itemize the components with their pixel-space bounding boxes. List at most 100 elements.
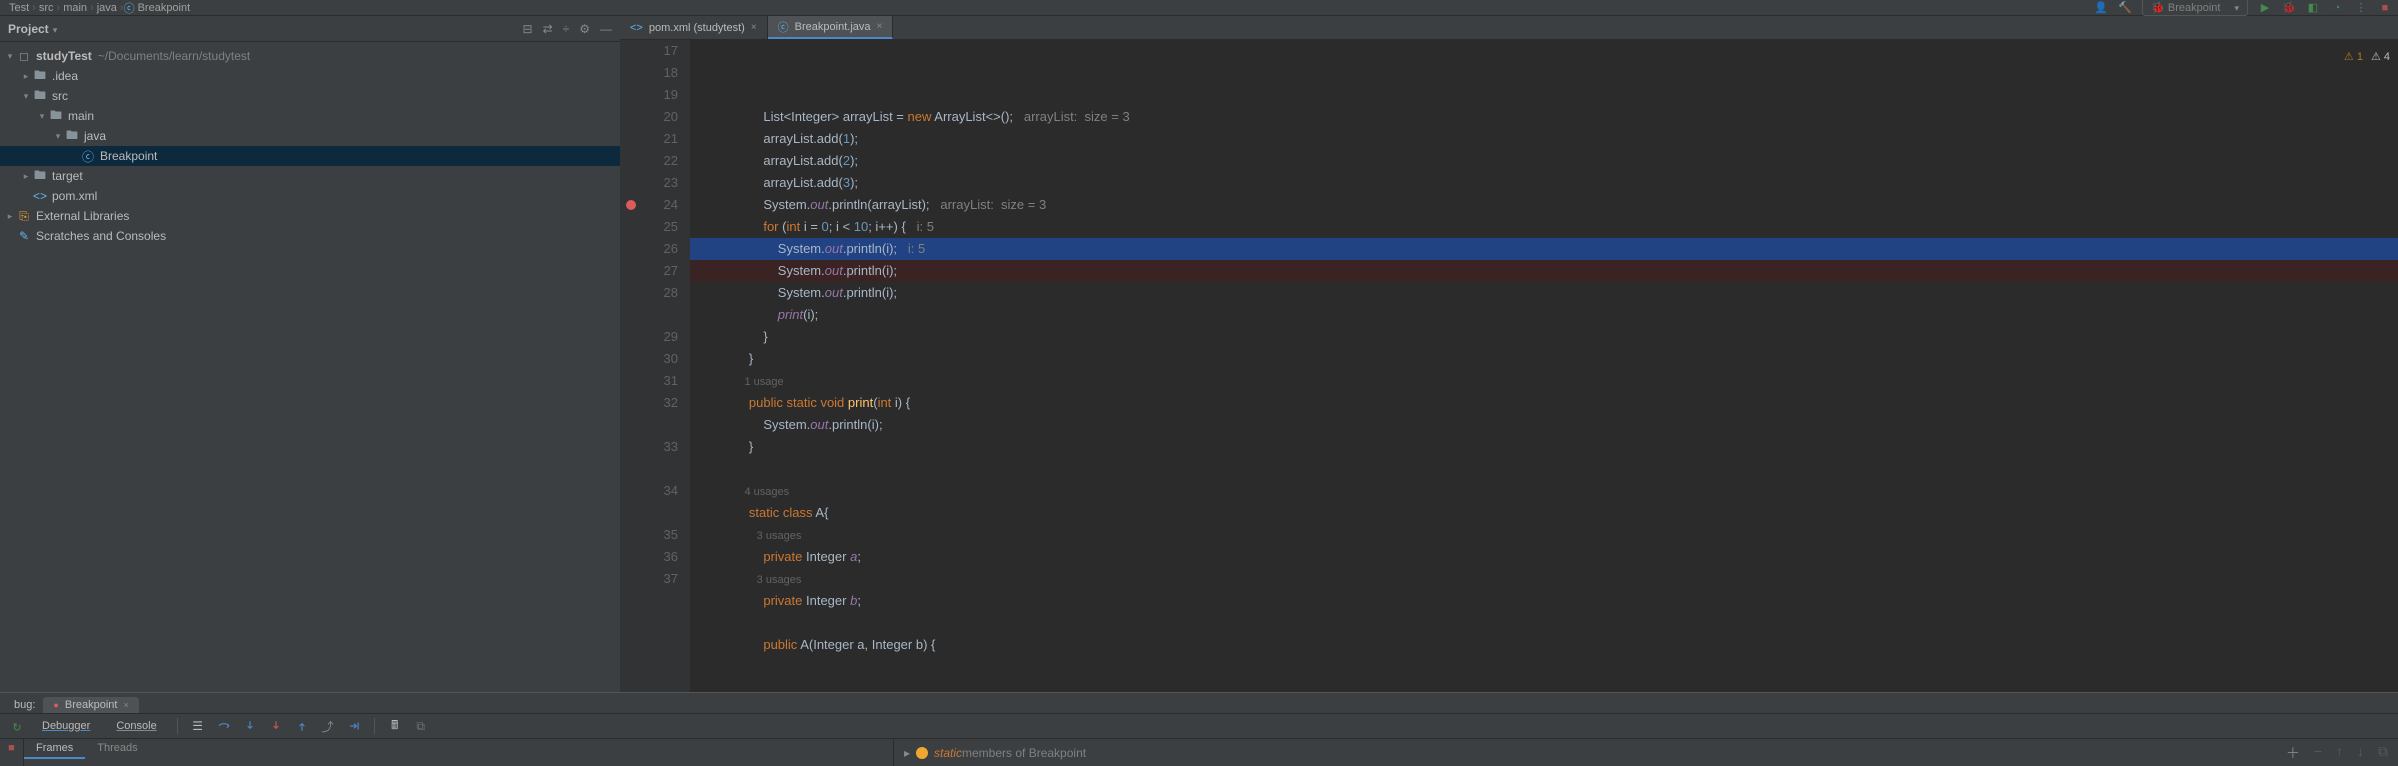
breadcrumb-seg[interactable]: src [36, 2, 57, 14]
code-line[interactable] [690, 458, 2398, 480]
tree-item-main[interactable]: ▾🖿main [0, 106, 620, 126]
gutter-line[interactable] [620, 414, 678, 436]
gutter-line[interactable]: 31 [620, 370, 678, 392]
inspection-widget[interactable]: ⚠ 1 ⚠ 4 [2344, 46, 2398, 68]
trace-icon[interactable]: ⧉ [411, 716, 431, 736]
tree-item-target[interactable]: ▸🖿target [0, 166, 620, 186]
gutter-line[interactable]: 25 [620, 216, 678, 238]
breadcrumb-seg[interactable]: java [94, 2, 120, 14]
code-line[interactable]: 3 usages [690, 524, 2398, 546]
tab-frames[interactable]: Frames [24, 739, 85, 759]
code-line[interactable]: 3 usages [690, 568, 2398, 590]
tab-debugger[interactable]: Debugger [32, 717, 100, 735]
evaluate-icon[interactable]: 🖩 [385, 716, 405, 736]
debug-session-tab[interactable]: ● Breakpoint × [43, 697, 138, 713]
code-line[interactable]: 1 usage [690, 370, 2398, 392]
code-line[interactable]: for (int i = 0; i < 10; i++) { i: 5 [690, 216, 2398, 238]
remove-watch-icon[interactable]: − [2314, 743, 2322, 763]
gutter-line[interactable]: 36 [620, 546, 678, 568]
gutter-line[interactable]: 22 [620, 150, 678, 172]
collapse-icon[interactable]: ÷ [563, 22, 570, 36]
close-icon[interactable]: × [751, 22, 757, 33]
code-line[interactable]: System.out.println(i); [690, 260, 2398, 282]
tree-arrow-icon[interactable]: ▾ [36, 111, 48, 122]
breadcrumb-seg[interactable]: main [60, 2, 90, 14]
gutter-line[interactable]: 21 [620, 128, 678, 150]
coverage-icon[interactable]: ◧ [2306, 1, 2320, 15]
editor-tab[interactable]: ⓒBreakpoint.java× [768, 16, 894, 39]
tree-item-studytest[interactable]: ▾◻studyTest~/Documents/learn/studytest [0, 46, 620, 66]
close-icon[interactable]: × [123, 700, 128, 710]
code-line[interactable]: public A(Integer a, Integer b) { [690, 634, 2398, 656]
gutter-line[interactable]: 32 [620, 392, 678, 414]
tree-item--idea[interactable]: ▸🖿.idea [0, 66, 620, 86]
drop-frame-icon[interactable]: ⤴ [318, 716, 338, 736]
gutter-line[interactable]: 33 [620, 436, 678, 458]
tree-item-external-libraries[interactable]: ▸⎘External Libraries [0, 206, 620, 226]
code-line[interactable]: } [690, 348, 2398, 370]
tree-arrow-icon[interactable]: ▾ [20, 91, 32, 102]
code-line[interactable]: 4 usages [690, 480, 2398, 502]
build-icon[interactable]: 🔨 [2118, 1, 2132, 15]
tab-console[interactable]: Console [106, 717, 166, 735]
gutter-line[interactable]: 34 [620, 480, 678, 502]
code-line[interactable]: print(i); [690, 304, 2398, 326]
add-watch-icon[interactable]: ＋ [2286, 743, 2300, 763]
debug-icon[interactable]: 🐞 [2282, 1, 2296, 15]
code-line[interactable]: List<Integer> arrayList = new ArrayList<… [690, 106, 2398, 128]
code-line[interactable]: arrayList.add(3); [690, 172, 2398, 194]
tree-item-pom-xml[interactable]: <>pom.xml [0, 186, 620, 206]
stop-icon[interactable]: ■ [2378, 1, 2392, 15]
code-line[interactable]: private Integer b; [690, 590, 2398, 612]
hide-icon[interactable]: — [600, 22, 612, 36]
run-to-cursor-icon[interactable] [344, 716, 364, 736]
code-line[interactable]: arrayList.add(2); [690, 150, 2398, 172]
profile-icon[interactable]: ◔ [2330, 1, 2344, 15]
close-icon[interactable]: × [877, 21, 883, 32]
editor-gutter[interactable]: 1718192021222324252627282930313233343536… [620, 40, 690, 706]
frames-pane[interactable]: Frames Threads [24, 739, 894, 766]
step-into-icon[interactable] [240, 716, 260, 736]
tree-arrow-icon[interactable]: ▸ [20, 171, 32, 182]
editor-tab[interactable]: <>pom.xml (studytest)× [620, 16, 768, 39]
tree-arrow-icon[interactable]: ▸ [20, 71, 32, 82]
gutter-line[interactable]: 18 [620, 62, 678, 84]
gutter-line[interactable] [620, 458, 678, 480]
show-exec-point-icon[interactable]: ☰ [188, 716, 208, 736]
code-line[interactable]: System.out.println(i); [690, 414, 2398, 436]
gutter-line[interactable]: 20 [620, 106, 678, 128]
project-panel-title[interactable]: Project [8, 22, 49, 36]
gutter-line[interactable]: 23 [620, 172, 678, 194]
editor-code[interactable]: ⚠ 1 ⚠ 4 List<Integer> arrayList = new Ar… [690, 40, 2398, 706]
force-step-into-icon[interactable] [266, 716, 286, 736]
code-line[interactable]: } [690, 326, 2398, 348]
gutter-line[interactable] [620, 502, 678, 524]
tree-item-java[interactable]: ▾🖿java [0, 126, 620, 146]
gutter-line[interactable]: 17 [620, 40, 678, 62]
breakpoint-icon[interactable] [626, 200, 636, 210]
gear-icon[interactable]: ⚙ [579, 22, 590, 36]
gutter-line[interactable]: 26 [620, 238, 678, 260]
gutter-line[interactable]: 37 [620, 568, 678, 590]
project-tree[interactable]: ▾◻studyTest~/Documents/learn/studytest▸🖿… [0, 42, 620, 250]
breadcrumb-seg[interactable]: Breakpoint [135, 2, 194, 14]
tab-threads[interactable]: Threads [85, 739, 149, 759]
gutter-line[interactable]: 28 [620, 282, 678, 304]
code-line[interactable]: public static void print(int i) { [690, 392, 2398, 414]
code-line[interactable]: static class A{ [690, 502, 2398, 524]
step-over-icon[interactable] [214, 716, 234, 736]
code-line[interactable]: System.out.println(arrayList); arrayList… [690, 194, 2398, 216]
code-line[interactable]: private Integer a; [690, 546, 2398, 568]
rerun-icon[interactable]: ↻ [10, 720, 24, 734]
more-icon[interactable]: ⋮ [2354, 1, 2368, 15]
chevron-down-icon[interactable] [49, 22, 58, 36]
gutter-line[interactable] [620, 304, 678, 326]
run-config-selector[interactable]: 🐞 Breakpoint [2142, 0, 2248, 16]
move-up-icon[interactable]: ↑ [2336, 743, 2343, 763]
gutter-line[interactable]: 29 [620, 326, 678, 348]
code-line[interactable]: System.out.println(i); [690, 282, 2398, 304]
code-line[interactable]: System.out.println(i); i: 5 [690, 238, 2398, 260]
gutter-line[interactable]: 35 [620, 524, 678, 546]
code-line[interactable] [690, 612, 2398, 634]
tree-item-scratches-and-consoles[interactable]: ✎Scratches and Consoles [0, 226, 620, 246]
